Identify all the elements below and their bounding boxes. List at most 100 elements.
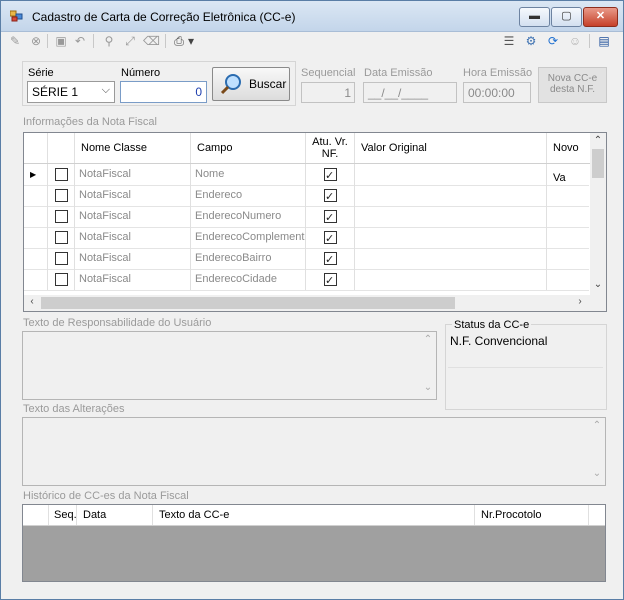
scroll-right-icon[interactable]: › bbox=[574, 296, 586, 307]
novo-valor-cell[interactable] bbox=[547, 248, 591, 269]
atu-vr-checkbox[interactable] bbox=[324, 250, 337, 269]
select-checkbox[interactable] bbox=[55, 168, 68, 181]
alteracoes-scroll-up-icon[interactable]: ⌃ bbox=[591, 420, 603, 431]
col-valor-original[interactable]: Valor Original bbox=[355, 133, 547, 163]
printer-dropdown-icon[interactable]: ▾ bbox=[186, 33, 196, 49]
scroll-thumb[interactable] bbox=[592, 149, 604, 178]
nome-classe-cell[interactable]: NotaFiscal bbox=[75, 164, 191, 185]
campo-cell[interactable]: EnderecoComplemento bbox=[191, 227, 306, 248]
table-row[interactable]: NotaFiscal EnderecoBairro bbox=[24, 248, 591, 270]
expand-icon[interactable]: ⤢ bbox=[122, 33, 138, 49]
atu-vr-checkbox[interactable] bbox=[324, 229, 337, 248]
horizontal-scrollbar[interactable]: ‹ › bbox=[24, 295, 606, 311]
row-header[interactable] bbox=[24, 206, 48, 227]
list-icon[interactable]: ☰ bbox=[501, 33, 517, 49]
nome-classe-cell[interactable]: NotaFiscal bbox=[75, 248, 191, 269]
refresh-icon[interactable]: ⟳ bbox=[545, 33, 561, 49]
campo-cell[interactable]: EnderecoBairro bbox=[191, 248, 306, 269]
close-button[interactable]: ✕ bbox=[583, 7, 618, 27]
row-header[interactable] bbox=[24, 248, 48, 269]
edit-icon[interactable]: ✎ bbox=[7, 33, 23, 49]
row-header[interactable] bbox=[24, 227, 48, 248]
alteracoes-textarea[interactable]: ⌃ ⌄ bbox=[22, 417, 606, 486]
row-header[interactable]: ▶ bbox=[24, 164, 48, 185]
nome-classe-cell[interactable]: NotaFiscal bbox=[75, 185, 191, 206]
minimize-button[interactable]: ▬ bbox=[519, 7, 550, 27]
search-icon[interactable]: ⚲ bbox=[101, 33, 117, 49]
numero-input[interactable]: 0 bbox=[120, 81, 207, 103]
buscar-button[interactable]: Buscar bbox=[212, 67, 290, 101]
select-checkbox[interactable] bbox=[55, 273, 68, 286]
campo-cell[interactable]: EnderecoNumero bbox=[191, 206, 306, 227]
novo-valor-cell[interactable] bbox=[547, 206, 591, 227]
save-icon[interactable]: ▣ bbox=[53, 33, 69, 49]
hscroll-thumb[interactable] bbox=[41, 297, 455, 309]
cancel-icon[interactable]: ⊗ bbox=[28, 33, 44, 49]
col-texto-cce[interactable]: Texto da CC-e bbox=[153, 505, 475, 525]
campo-cell[interactable]: Endereco bbox=[191, 185, 306, 206]
user-icon[interactable]: ☺ bbox=[567, 33, 583, 49]
novo-valor-cell[interactable] bbox=[547, 227, 591, 248]
nota-fiscal-grid[interactable]: Nome Classe Campo Atu. Vr. NF. Valor Ori… bbox=[23, 132, 607, 312]
table-row[interactable]: NotaFiscal EnderecoNumero bbox=[24, 206, 591, 228]
table-row[interactable]: NotaFiscal Endereco bbox=[24, 185, 591, 207]
select-checkbox[interactable] bbox=[55, 231, 68, 244]
col-protocolo[interactable]: Nr.Procotolo bbox=[475, 505, 589, 525]
scroll-up-icon[interactable]: ⌃ bbox=[590, 135, 606, 146]
scroll-down-icon[interactable]: ⌄ bbox=[590, 279, 606, 290]
atu-vr-cell bbox=[306, 185, 355, 206]
campo-cell[interactable]: EnderecoCidade bbox=[191, 269, 306, 290]
responsabilidade-textarea[interactable]: ⌃ ⌄ bbox=[22, 331, 437, 400]
row-header[interactable] bbox=[24, 185, 48, 206]
valor-original-cell[interactable] bbox=[355, 269, 547, 290]
vertical-scrollbar[interactable]: ⌃ ⌄ bbox=[590, 133, 606, 295]
scroll-left-icon[interactable]: ‹ bbox=[26, 296, 38, 307]
undo-icon[interactable]: ↶ bbox=[72, 33, 88, 49]
toolbar-separator bbox=[93, 34, 94, 48]
historico-label: Histórico de CC-es da Nota Fiscal bbox=[23, 490, 189, 502]
valor-original-cell[interactable] bbox=[355, 206, 547, 227]
novo-valor-cell[interactable] bbox=[547, 269, 591, 290]
historico-grid[interactable]: Seq. Data Texto da CC-e Nr.Procotolo bbox=[22, 504, 606, 582]
atu-vr-checkbox[interactable] bbox=[324, 271, 337, 290]
valor-original-cell[interactable] bbox=[355, 248, 547, 269]
nome-classe-cell[interactable]: NotaFiscal bbox=[75, 269, 191, 290]
col-nome-classe[interactable]: Nome Classe bbox=[75, 133, 191, 163]
atu-vr-checkbox[interactable] bbox=[324, 166, 337, 185]
eraser-icon[interactable]: ⌫ bbox=[143, 33, 160, 49]
table-row[interactable]: NotaFiscal EnderecoComplemento bbox=[24, 227, 591, 249]
nota-section-label: Informações da Nota Fiscal bbox=[23, 116, 157, 128]
select-checkbox[interactable] bbox=[55, 189, 68, 202]
novo-valor-cell[interactable] bbox=[547, 164, 591, 185]
row-header[interactable] bbox=[24, 269, 48, 290]
serie-select[interactable]: SÉRIE 1 ⌵ bbox=[27, 81, 115, 103]
col-seq[interactable]: Seq. bbox=[49, 505, 77, 525]
nome-classe-cell[interactable]: NotaFiscal bbox=[75, 206, 191, 227]
valor-original-cell[interactable] bbox=[355, 164, 547, 185]
valor-original-cell[interactable] bbox=[355, 227, 547, 248]
printer-icon[interactable]: ⎙ bbox=[171, 33, 187, 49]
maximize-icon: ▢ bbox=[561, 10, 572, 22]
col-data[interactable]: Data bbox=[77, 505, 153, 525]
nome-classe-cell[interactable]: NotaFiscal bbox=[75, 227, 191, 248]
col-atu-vr[interactable]: Atu. Vr. NF. bbox=[306, 133, 355, 163]
valor-original-cell[interactable] bbox=[355, 185, 547, 206]
atu-vr-checkbox[interactable] bbox=[324, 208, 337, 227]
panel-icon[interactable]: ▤ bbox=[596, 33, 612, 49]
alteracoes-scroll-down-icon[interactable]: ⌄ bbox=[591, 468, 603, 479]
textarea-scroll-down-icon[interactable]: ⌄ bbox=[422, 382, 434, 393]
novo-valor-cell[interactable] bbox=[547, 185, 591, 206]
select-checkbox[interactable] bbox=[55, 252, 68, 265]
maximize-button[interactable]: ▢ bbox=[551, 7, 582, 27]
title-bar[interactable]: Cadastro de Carta de Correção Eletrônica… bbox=[1, 1, 623, 32]
atu-vr-checkbox[interactable] bbox=[324, 187, 337, 206]
table-row[interactable]: NotaFiscal EnderecoCidade bbox=[24, 269, 591, 291]
settings-icon[interactable]: ⚙ bbox=[523, 33, 539, 49]
campo-cell[interactable]: Nome bbox=[191, 164, 306, 185]
textarea-scroll-up-icon[interactable]: ⌃ bbox=[422, 334, 434, 345]
col-campo[interactable]: Campo bbox=[191, 133, 306, 163]
table-row[interactable]: ▶ NotaFiscal Nome bbox=[24, 164, 591, 186]
nova-cce-button[interactable]: Nova CC-e desta N.F. bbox=[538, 67, 607, 103]
select-checkbox[interactable] bbox=[55, 210, 68, 223]
col-novo-valor[interactable]: Novo Va bbox=[547, 133, 591, 184]
